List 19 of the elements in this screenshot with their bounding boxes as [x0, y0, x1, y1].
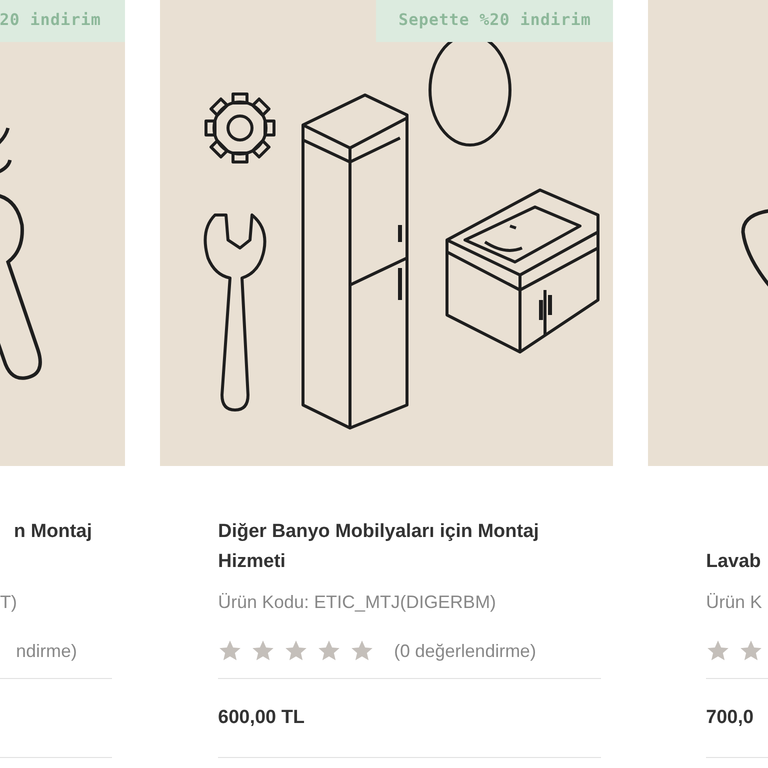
star-icon — [350, 639, 374, 663]
star-icon — [739, 639, 763, 663]
review-count: ndirme) — [16, 640, 77, 662]
star-icon — [317, 639, 341, 663]
star-icon — [706, 639, 730, 663]
product-title[interactable]: Lavab — [706, 547, 761, 577]
star-icon — [218, 639, 242, 663]
product-code: T) — [0, 591, 18, 614]
review-count: (0 değerlendirme) — [394, 640, 536, 662]
product-title[interactable]: Diğer Banyo Mobilyaları için Montaj Hizmeti — [218, 517, 601, 577]
star-icon — [284, 639, 308, 663]
product-code: Ürün K — [706, 591, 764, 614]
discount-badge: Sepette %20 indirim — [376, 0, 613, 42]
product-title[interactable]: n Montaj — [14, 517, 92, 547]
product-code: Ürün Kodu: ETIC_MTJ(DIGERBM) — [218, 591, 498, 614]
product-price: 600,00 TL — [218, 679, 601, 758]
star-icon — [251, 639, 275, 663]
discount-badge: 20 indirim — [0, 0, 125, 42]
product-price: 700,0 — [706, 679, 768, 758]
